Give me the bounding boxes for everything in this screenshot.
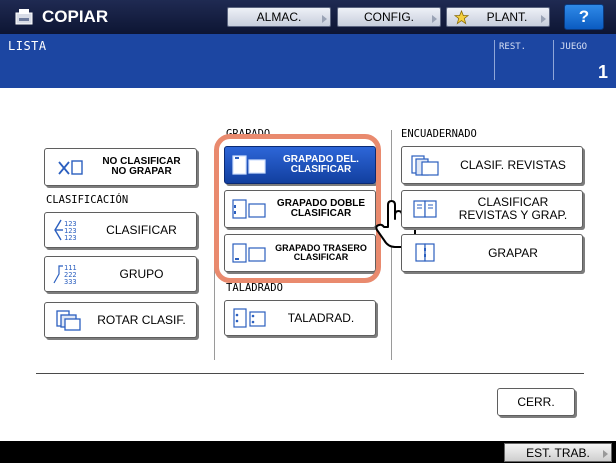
grapar-button[interactable]: GRAPAR	[401, 234, 583, 272]
clasificar-button[interactable]: 123 123 123 CLASIFICAR	[44, 212, 197, 248]
open-booklet-icon	[415, 243, 435, 262]
grapado-trasero-label: GRAPADO TRASERO CLASIFICAR	[267, 243, 375, 263]
taladrado-heading: TALADRADO	[226, 282, 283, 294]
staple-double-icon	[232, 199, 266, 219]
est-trab-label: EST. TRAB.	[526, 445, 590, 460]
clasificar-icon-row-3: 123	[64, 234, 77, 242]
arrow-right-icon	[603, 450, 608, 458]
help-icon: ?	[578, 7, 590, 26]
rotate-sort-icon	[56, 310, 81, 331]
grupo-icon-row-3: 333	[64, 278, 77, 286]
juego-count: 1	[597, 62, 608, 82]
staple-front-icon	[232, 155, 266, 175]
plant-label: PLANT.	[486, 10, 528, 24]
arrow-right-icon	[541, 15, 546, 23]
grapado-doble-label: GRAPADO DOBLE CLASIFICAR	[267, 198, 375, 220]
almac-button[interactable]: ALMAC.	[227, 7, 331, 27]
rotar-clasif-button[interactable]: ROTAR CLASIF.	[44, 302, 197, 338]
no-sort-icon	[58, 160, 83, 175]
divider	[494, 40, 495, 80]
clasif-revistas-label: CLASIF. REVISTAS	[460, 157, 566, 172]
grapado-del-clasificar-button[interactable]: GRAPADO DEL. CLASIFICAR	[224, 146, 376, 184]
column-divider	[214, 160, 215, 360]
clasificar-revistas-label: CLASIFICAR REVISTAS Y GRAP.	[444, 196, 582, 221]
divider	[553, 40, 554, 80]
arrow-right-icon	[322, 15, 327, 23]
grapado-del-label: GRAPADO DEL. CLASIFICAR	[267, 154, 375, 176]
grupo-label: GRUPO	[119, 266, 164, 281]
grapado-del-line2: CLASIFICAR	[290, 164, 352, 175]
app-title: COPIAR	[42, 7, 109, 26]
config-button[interactable]: CONFIG.	[337, 7, 441, 27]
grapado-doble-line2: CLASIFICAR	[290, 208, 352, 219]
copier-icon	[15, 9, 33, 25]
clasificar-revistas-y-grap-button[interactable]: CLASIFICAR REVISTAS Y GRAP.	[401, 190, 583, 228]
cerr-button[interactable]: CERR.	[497, 388, 575, 416]
info-bar: LISTA REST. JUEGO 1	[0, 34, 616, 88]
clasif-revistas-button[interactable]: CLASIF. REVISTAS	[401, 146, 583, 184]
staple-rear-icon	[232, 243, 266, 263]
rotar-clasif-label: ROTAR CLASIF.	[97, 312, 186, 327]
grupo-button[interactable]: 111 222 333 GRUPO	[44, 256, 197, 292]
top-header: COPIAR ALMAC. CONFIG. PLANT. ?	[0, 0, 616, 34]
clasificacion-heading: CLASIFICACIÓN	[46, 194, 129, 206]
est-trab-button[interactable]: EST. TRAB.	[504, 443, 612, 462]
screen-title: LISTA	[8, 39, 47, 53]
cerr-label: CERR.	[517, 395, 555, 409]
plant-button[interactable]: PLANT.	[446, 7, 550, 27]
magazine-sort-icon	[411, 155, 439, 176]
help-button[interactable]: ?	[564, 4, 604, 30]
group-numbers-icon: 111 222 333	[53, 264, 77, 286]
juego-label: JUEGO	[560, 42, 588, 52]
sort-numbers-icon: 123 123 123	[54, 219, 77, 242]
no-clasificar-button[interactable]: NO CLASIFICAR NO GRAPAR	[44, 148, 197, 186]
grapado-trasero-clasificar-button[interactable]: GRAPADO TRASERO CLASIFICAR	[224, 234, 376, 272]
grapado-trasero-line2: CLASIFICAR	[293, 252, 349, 262]
no-clasificar-line2: NO GRAPAR	[111, 166, 172, 177]
star-icon	[454, 10, 469, 25]
grapado-heading: GRAPADO	[226, 128, 271, 140]
taladrad-button[interactable]: TALADRAD.	[224, 300, 376, 336]
footer-divider	[36, 373, 584, 374]
hole-punch-icon	[233, 308, 266, 328]
grapar-label: GRAPAR	[488, 245, 538, 260]
no-clasificar-label: NO CLASIFICAR NO GRAPAR	[87, 156, 196, 178]
clasificar-revistas-line2: REVISTAS Y GRAP.	[458, 208, 568, 222]
booklet-icon	[413, 200, 437, 218]
clasificar-label: CLASIFICAR	[106, 222, 177, 237]
arrow-right-icon	[432, 15, 437, 23]
almac-label: ALMAC.	[256, 10, 302, 24]
grapado-doble-clasificar-button[interactable]: GRAPADO DOBLE CLASIFICAR	[224, 190, 376, 228]
rest-label: REST.	[499, 42, 527, 52]
config-label: CONFIG.	[364, 10, 414, 24]
taladrad-label: TALADRAD.	[287, 310, 355, 325]
encuadernado-heading: ENCUADERNADO	[401, 128, 477, 140]
